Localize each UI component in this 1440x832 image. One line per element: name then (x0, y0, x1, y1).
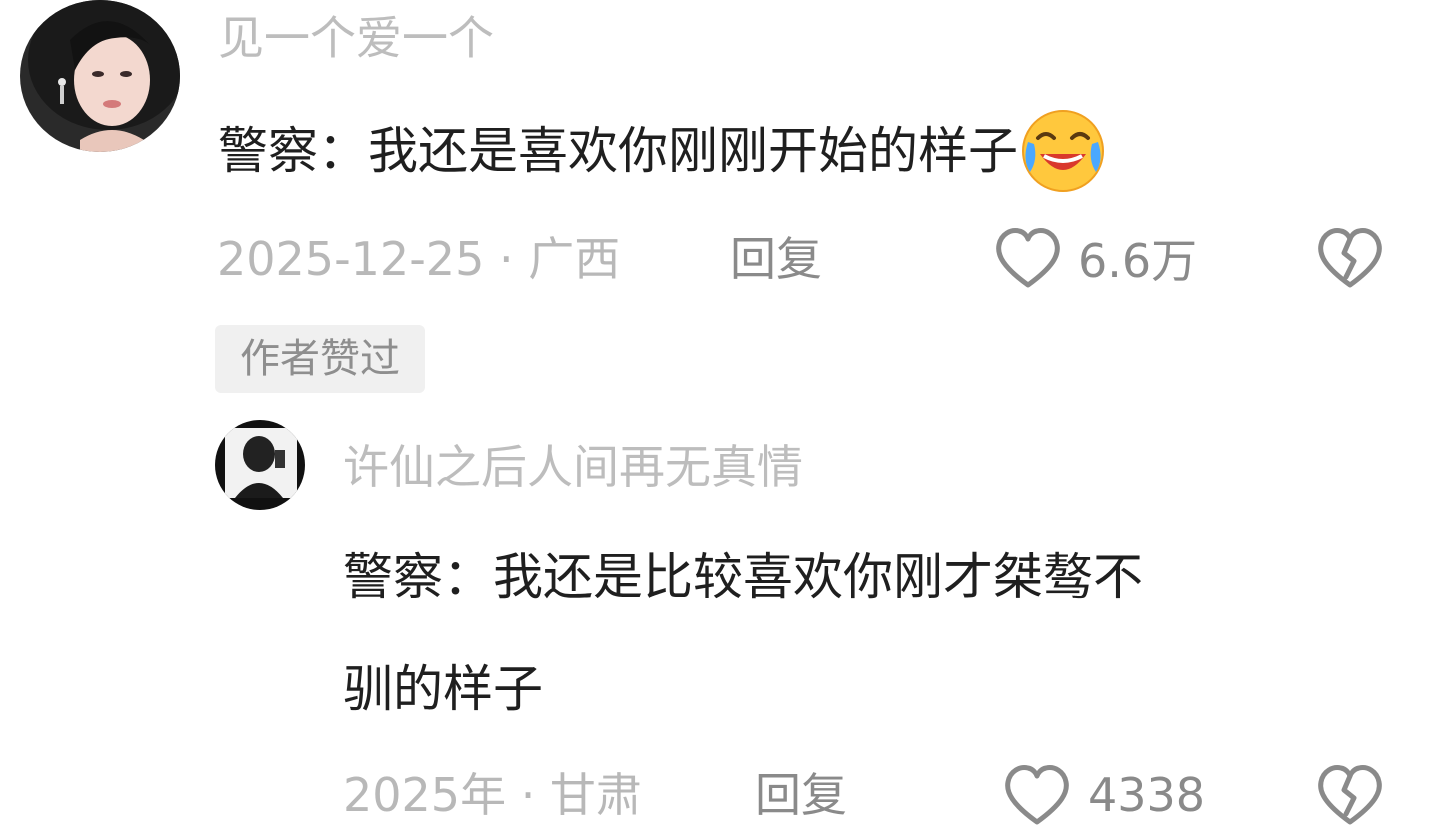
reply-button[interactable]: 回复 (730, 236, 822, 282)
like-count: 6.6万 (1078, 234, 1198, 288)
comment-date-location: 2025-12-25 · 广西 (217, 232, 621, 286)
heart-outline-icon[interactable] (1002, 762, 1072, 828)
reply-text-line-1: 警察：我还是比较喜欢你刚才桀骜不 (343, 548, 1143, 606)
author-liked-tag: 作者赞过 (215, 325, 425, 393)
broken-heart-icon[interactable] (1314, 225, 1386, 291)
comment-text-content: 警察：我还是喜欢你刚刚开始的样子 (218, 122, 1018, 180)
reply-date-location: 2025年 · 甘肃 (343, 768, 642, 822)
reply-reply-button[interactable]: 回复 (755, 772, 847, 818)
reply-avatar[interactable] (215, 420, 305, 510)
reply-text-line-2: 驯的样子 (343, 660, 543, 718)
heart-outline-icon[interactable] (993, 225, 1063, 291)
reply-username[interactable]: 许仙之后人间再无真情 (343, 444, 803, 490)
comment-username[interactable]: 见一个爱一个 (218, 15, 494, 61)
broken-heart-icon[interactable] (1314, 762, 1386, 828)
avatar[interactable] (20, 0, 180, 152)
comment-text: 警察：我还是喜欢你刚刚开始的样子 (218, 108, 1106, 194)
reply-like-count: 4338 (1088, 768, 1206, 822)
laughing-crying-emoji-icon (1020, 108, 1106, 194)
